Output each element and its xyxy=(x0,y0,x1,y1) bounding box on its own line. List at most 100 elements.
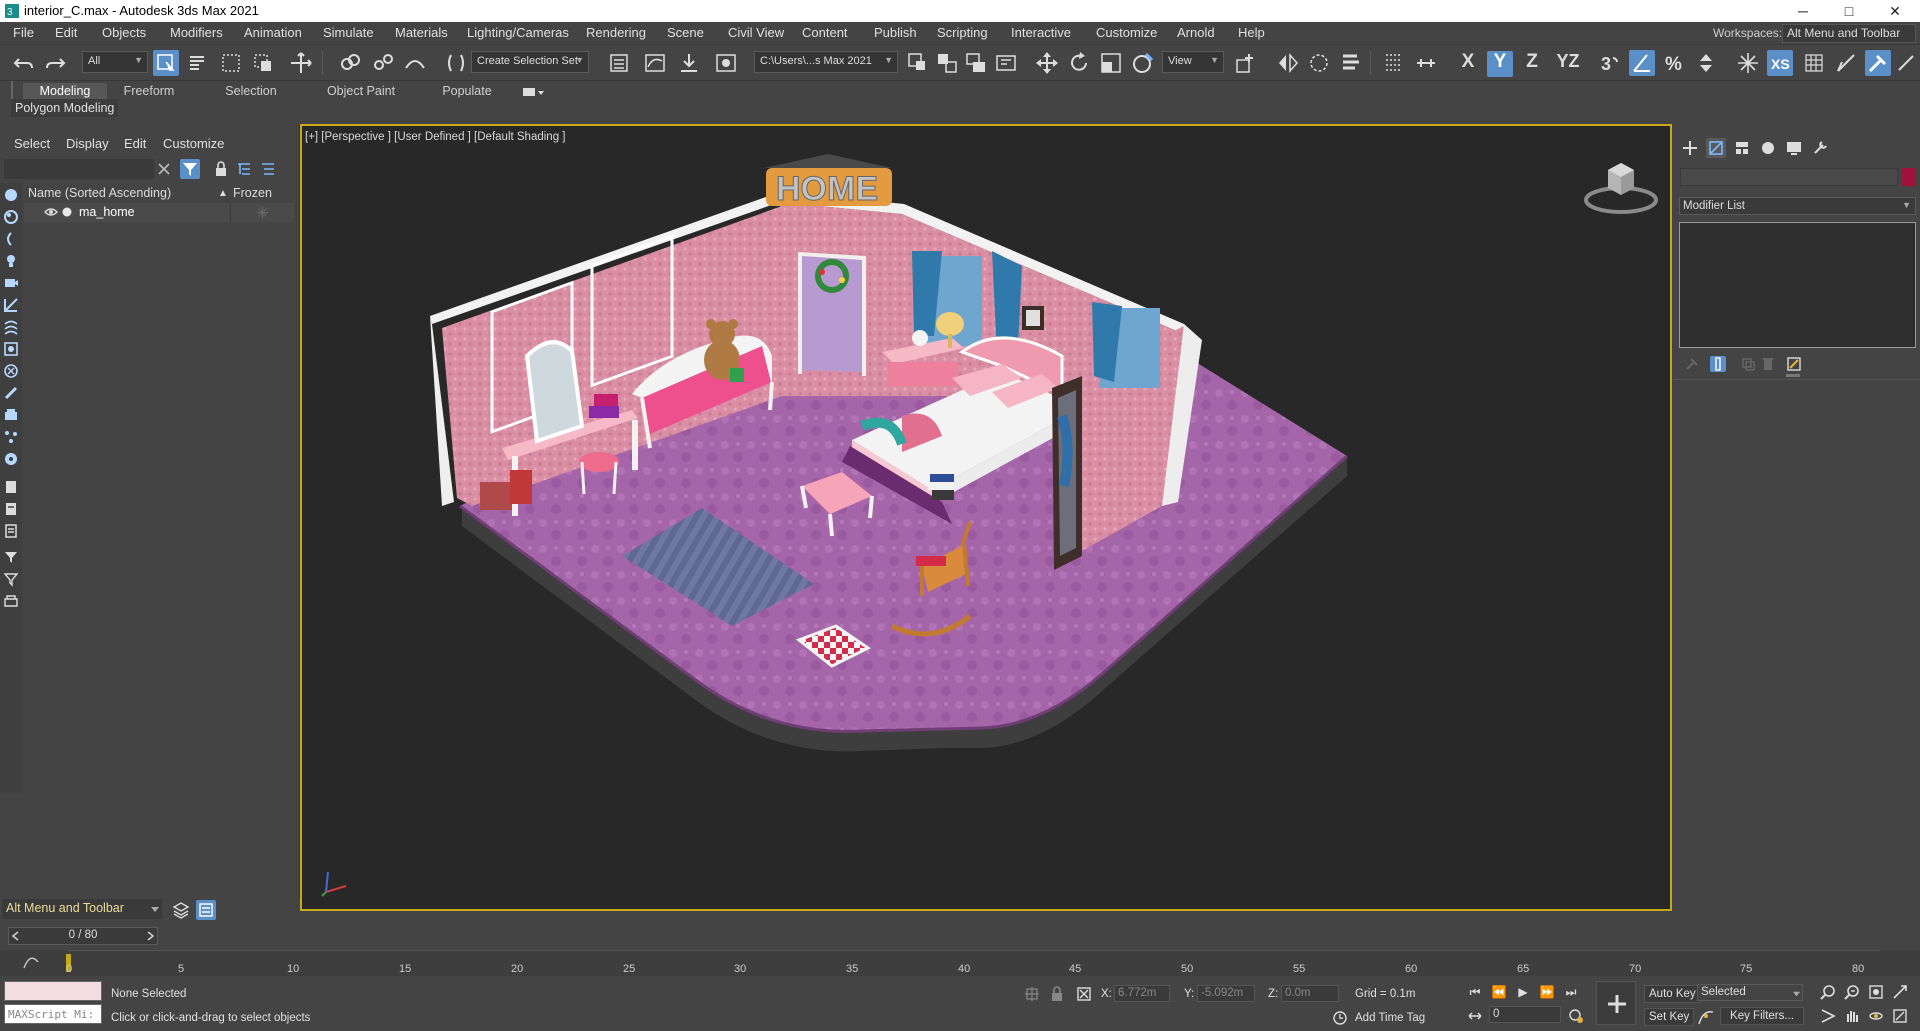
align-icon[interactable] xyxy=(1306,50,1332,76)
render-iterative-icon[interactable] xyxy=(993,50,1019,76)
pan-view-icon[interactable] xyxy=(1844,1008,1860,1024)
unlink-selection-icon[interactable] xyxy=(370,50,396,76)
edit-named-selections-icon[interactable] xyxy=(1735,50,1761,76)
display-children-icon[interactable] xyxy=(3,479,19,495)
make-unique-icon[interactable] xyxy=(1740,356,1756,372)
percent-snap-icon[interactable]: % xyxy=(1661,50,1687,76)
spinner-snap-icon[interactable] xyxy=(1693,50,1719,76)
selection-lock-icon[interactable] xyxy=(1050,986,1064,1002)
scene-explorer-toggle-icon[interactable] xyxy=(196,900,216,920)
select-link-icon[interactable] xyxy=(337,50,363,76)
time-slider[interactable]: 0 / 80 xyxy=(8,927,158,945)
ribbon-options-icon[interactable] xyxy=(522,85,546,99)
scale-icon[interactable] xyxy=(1098,50,1124,76)
default-in-out-tangents-icon[interactable] xyxy=(1697,1008,1715,1026)
selection-filter-dropdown[interactable]: All ▼ xyxy=(82,51,148,73)
modifier-stack[interactable] xyxy=(1679,222,1916,348)
constraint-x-button[interactable]: X xyxy=(1455,51,1481,77)
pin-stack-icon[interactable] xyxy=(1865,50,1891,76)
perspective-viewport[interactable]: [+] [Perspective ] [User Defined ] [Defa… xyxy=(300,124,1672,911)
menu-edit[interactable]: Edit xyxy=(55,25,77,40)
explorer-menu-select[interactable]: Select xyxy=(14,136,50,151)
filter-icon[interactable] xyxy=(180,159,200,179)
explorer-search-input[interactable] xyxy=(4,159,154,179)
y-coord-field[interactable]: -5.092m xyxy=(1197,985,1255,1002)
maxscript-listener-output[interactable] xyxy=(4,981,102,1001)
chevron-down-icon[interactable] xyxy=(150,904,160,914)
snowflake-icon[interactable] xyxy=(256,206,269,219)
time-configuration-icon[interactable] xyxy=(1568,1008,1584,1024)
utilities-tab-icon[interactable] xyxy=(1810,138,1830,158)
schematic-view-icon[interactable] xyxy=(676,50,702,76)
display-bones-icon[interactable] xyxy=(3,385,19,401)
orbit-icon[interactable] xyxy=(1868,1008,1884,1024)
workspaces-dropdown[interactable]: Alt Menu and Toolbar xyxy=(1782,24,1916,43)
maximize-button[interactable]: □ xyxy=(1826,0,1872,22)
menu-scene[interactable]: Scene xyxy=(667,25,704,40)
menu-animation[interactable]: Animation xyxy=(244,25,302,40)
modifier-list-dropdown[interactable]: Modifier List ▼ xyxy=(1679,197,1916,215)
absolute-mode-icon[interactable] xyxy=(1076,986,1092,1002)
key-mode-toggle-icon[interactable] xyxy=(1467,1008,1483,1024)
snap-grid-icon[interactable] xyxy=(1381,50,1407,76)
display-xrefs-icon[interactable] xyxy=(3,363,19,379)
display-geometry-icon[interactable] xyxy=(3,209,19,225)
menu-file[interactable]: File xyxy=(13,25,34,40)
tab-populate[interactable]: Populate xyxy=(430,83,504,101)
tab-object-paint[interactable]: Object Paint xyxy=(316,83,406,101)
column-frozen-header[interactable]: Frozen xyxy=(233,186,272,200)
angle-snap-icon[interactable] xyxy=(1629,50,1655,76)
place-icon[interactable] xyxy=(1130,50,1156,76)
close-button[interactable]: ✕ xyxy=(1872,0,1918,22)
curve-editor-mini-icon[interactable] xyxy=(22,954,40,970)
zoom-extents-all-icon[interactable] xyxy=(1892,984,1908,1000)
set-key-label[interactable]: Set Key xyxy=(1644,1008,1695,1026)
eye-icon[interactable] xyxy=(44,206,58,218)
constraint-yz-button[interactable]: YZ xyxy=(1551,51,1585,77)
polygon-modeling-panel[interactable]: Polygon Modeling xyxy=(11,99,119,117)
rendered-frame-window-icon[interactable] xyxy=(934,50,960,76)
menu-simulate[interactable]: Simulate xyxy=(323,25,374,40)
lock-icon[interactable] xyxy=(214,161,228,177)
render-setup-icon[interactable] xyxy=(905,50,931,76)
x-coord-field[interactable]: 6.772m xyxy=(1114,985,1170,1002)
panel-resize-handle[interactable] xyxy=(1786,374,1800,377)
snap-ribbon-icon[interactable] xyxy=(1413,50,1439,76)
constraint-z-button[interactable]: Z xyxy=(1519,51,1545,77)
play-icon[interactable]: ▶ xyxy=(1513,982,1533,1002)
field-of-view-icon[interactable] xyxy=(1820,1008,1836,1024)
move-icon[interactable] xyxy=(1034,50,1060,76)
add-time-tag-button[interactable]: Add Time Tag xyxy=(1355,1012,1425,1024)
time-tag-icon[interactable] xyxy=(1332,1010,1348,1026)
explorer-menu-edit[interactable]: Edit xyxy=(124,136,146,151)
menu-content[interactable]: Content xyxy=(802,25,848,40)
tab-freeform[interactable]: Freeform xyxy=(112,83,186,101)
display-influences-icon[interactable] xyxy=(3,501,19,517)
rectangular-selection-icon[interactable] xyxy=(218,50,244,76)
pin-stack-icon[interactable] xyxy=(1684,356,1700,372)
minimize-button[interactable]: ─ xyxy=(1780,0,1826,22)
hierarchy-icon[interactable] xyxy=(236,161,252,177)
maxscript-mini-listener[interactable]: MAXScript Mi: xyxy=(4,1004,102,1024)
menu-arnold[interactable]: Arnold xyxy=(1177,25,1215,40)
menu-rendering[interactable]: Rendering xyxy=(586,25,646,40)
z-coord-field[interactable]: 0.0m xyxy=(1281,985,1339,1002)
zoom-all-icon[interactable] xyxy=(1844,984,1860,1000)
object-name-field[interactable] xyxy=(1680,168,1898,186)
menu-lighting-cameras[interactable]: Lighting/Cameras xyxy=(467,25,569,40)
display-dependents-icon[interactable] xyxy=(3,523,19,539)
bind-to-space-warp-icon[interactable] xyxy=(402,50,428,76)
render-production-icon[interactable] xyxy=(963,50,989,76)
reference-coordinate-dropdown[interactable]: View ▼ xyxy=(1162,51,1224,73)
menu-materials[interactable]: Materials xyxy=(395,25,448,40)
constraint-y-button[interactable]: Y xyxy=(1487,51,1513,77)
selection-set-icon[interactable] xyxy=(443,50,469,76)
zoom-icon[interactable] xyxy=(1820,984,1836,1000)
menu-civil-view[interactable]: Civil View xyxy=(728,25,784,40)
mirror-icon[interactable] xyxy=(1275,50,1301,76)
layer-view-icon[interactable] xyxy=(260,161,276,177)
snaps-toggle-icon[interactable]: 3 xyxy=(1597,50,1623,76)
column-name-header[interactable]: Name (Sorted Ascending) xyxy=(28,186,171,200)
display-spacewarps-icon[interactable] xyxy=(3,319,19,335)
tab-selection[interactable]: Selection xyxy=(214,83,288,101)
